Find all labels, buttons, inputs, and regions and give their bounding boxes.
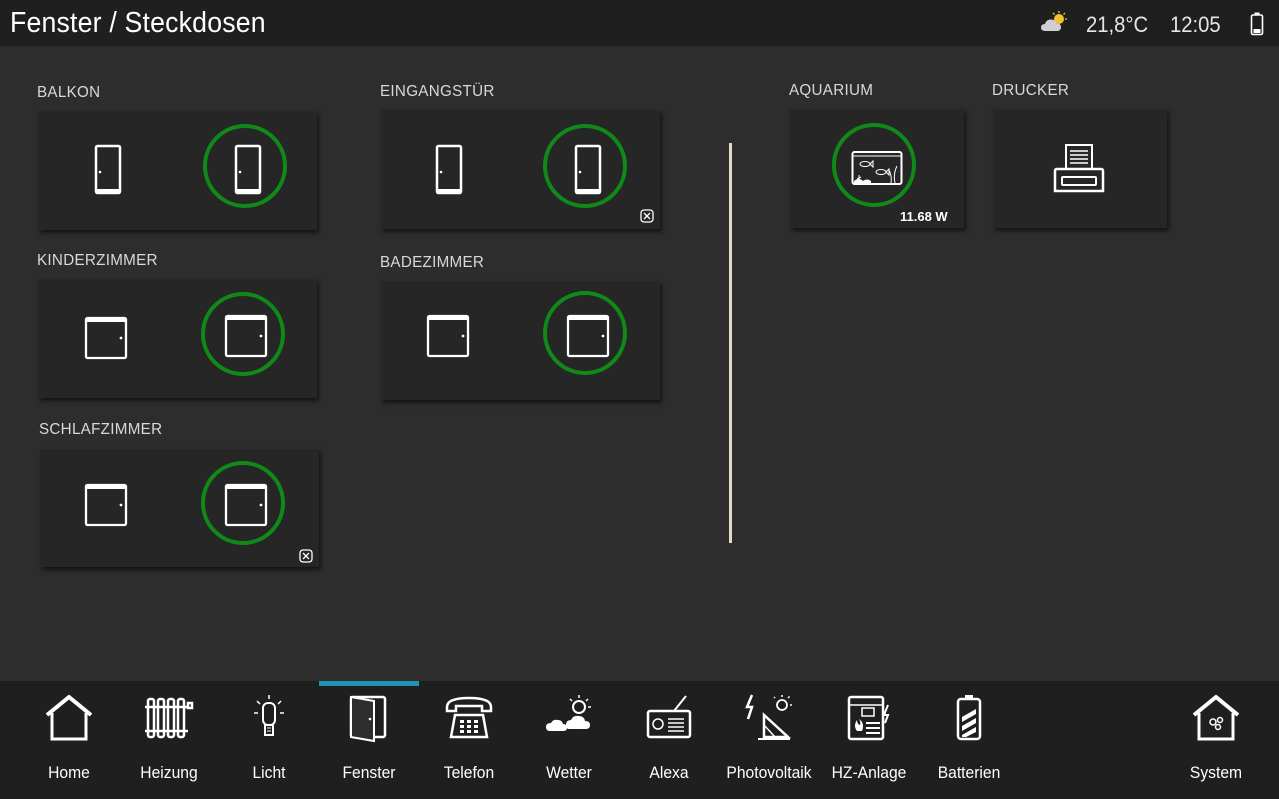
room-tile-balkon[interactable] [38, 111, 317, 230]
socket-label-drucker: DRUCKER [992, 82, 1070, 99]
nav-label: Batterien [937, 763, 1001, 782]
window-icon [349, 695, 387, 743]
house-icon [45, 695, 93, 741]
room-tile-kinderzimmer[interactable] [38, 279, 317, 398]
page-title: Fenster / Steckdosen [10, 7, 266, 39]
room-tile-eingangstuer[interactable] [381, 110, 660, 229]
room-label-eingangstuer: EINGANGSTÜR [380, 83, 495, 100]
aquarium-icon [851, 151, 903, 185]
top-bar: Fenster / Steckdosen 21,8°C 12:05 [0, 0, 1279, 46]
socket-tile-aquarium[interactable]: 11.68 W [790, 109, 964, 228]
door-icon [94, 144, 122, 195]
window-icon [426, 314, 470, 358]
door-icon [435, 144, 463, 195]
battery-icon [956, 695, 982, 741]
battery-icon [1250, 12, 1264, 36]
window-icon [224, 314, 268, 358]
printer-icon [1053, 144, 1105, 193]
weather-icon [546, 695, 591, 731]
temperature-readout: 21,8°C [1086, 12, 1149, 37]
clock: 12:05 [1170, 12, 1221, 37]
socket-tile-drucker[interactable] [993, 109, 1167, 228]
radiator-icon [145, 697, 194, 739]
cloud-sun-icon [1041, 11, 1067, 31]
room-label-kinderzimmer: KINDERZIMMER [37, 252, 158, 269]
system-house-icon [1192, 695, 1240, 741]
room-label-schlafzimmer: SCHLAFZIMMER [39, 421, 163, 438]
window-icon [224, 483, 268, 527]
radio-icon [646, 695, 692, 739]
nav-item-system[interactable]: System [1166, 681, 1266, 799]
room-label-balkon: BALKON [37, 84, 101, 101]
window-icon [84, 316, 128, 360]
heating-system-icon [847, 695, 890, 741]
close-icon[interactable] [299, 549, 313, 563]
section-divider [729, 143, 732, 543]
room-label-badezimmer: BADEZIMMER [380, 254, 485, 271]
power-readout: 11.68 W [900, 209, 948, 224]
window-icon [84, 483, 128, 527]
room-tile-schlafzimmer[interactable] [40, 449, 319, 567]
bulb-icon [254, 695, 284, 736]
door-icon [574, 144, 602, 195]
bottom-nav: Home Heizung Licht Fenster Telefon Wette… [0, 681, 1279, 799]
socket-label-aquarium: AQUARIUM [789, 82, 874, 99]
room-tile-badezimmer[interactable] [381, 281, 660, 400]
solar-panel-icon [745, 694, 792, 740]
nav-label: System [1189, 763, 1243, 782]
close-icon[interactable] [640, 209, 654, 223]
door-icon [234, 144, 262, 195]
telephone-icon [445, 696, 493, 739]
window-icon [566, 314, 610, 358]
nav-item-batterien[interactable]: Batterien [919, 681, 1019, 799]
